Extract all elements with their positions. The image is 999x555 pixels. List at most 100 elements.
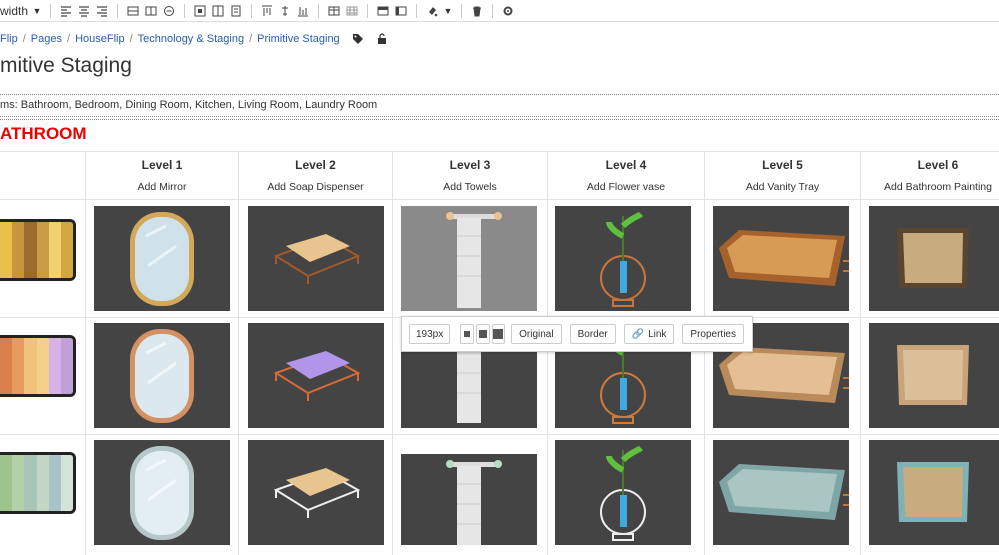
bathroom-painting-image[interactable] <box>869 206 999 311</box>
flower-vase-image[interactable] <box>555 440 691 545</box>
swatch-color <box>60 222 73 278</box>
flower-vase-image[interactable] <box>555 206 691 311</box>
valign-middle-icon[interactable] <box>278 4 292 18</box>
swatch-color <box>24 338 37 394</box>
table-border <box>0 434 999 435</box>
swatch-color <box>12 338 25 394</box>
level-label: Level 4 <box>605 158 647 172</box>
color-palette-swatch[interactable] <box>0 335 76 397</box>
delete-row-icon[interactable] <box>162 4 176 18</box>
level-action: Add Mirror <box>137 181 187 193</box>
divider <box>0 94 999 95</box>
swatch-color <box>48 222 61 278</box>
insert-col-icon[interactable] <box>144 4 158 18</box>
breadcrumb-item[interactable]: Flip <box>0 33 18 45</box>
swatch-color <box>48 455 61 511</box>
fill-color-icon[interactable] <box>425 4 439 18</box>
swatch-color <box>12 222 25 278</box>
soap-dish-image[interactable] <box>248 323 384 428</box>
table-header-icon[interactable] <box>376 4 390 18</box>
swatch-color <box>0 455 13 511</box>
align-right-icon[interactable] <box>95 4 109 18</box>
properties-button[interactable]: Properties <box>682 324 744 344</box>
divider <box>0 116 999 117</box>
towel-image[interactable] <box>401 206 537 311</box>
trash-icon[interactable] <box>470 4 484 18</box>
section-title: ATHROOM <box>0 124 87 143</box>
swatch-color <box>24 222 37 278</box>
tag-icon[interactable] <box>352 33 364 45</box>
vanity-tray-image[interactable] <box>713 440 849 545</box>
soap-dish-image[interactable] <box>248 206 384 311</box>
breadcrumb-item[interactable]: Technology & Staging <box>138 33 244 45</box>
table-border <box>547 151 548 555</box>
staging-table: Level 1 Add Mirror Level 2 Add Soap Disp… <box>0 151 999 555</box>
swatch-color <box>0 338 13 394</box>
swatch-color <box>36 338 49 394</box>
table-icon[interactable] <box>327 4 341 18</box>
link-icon: 🔗 <box>631 328 645 340</box>
toolbar-divider <box>50 3 51 18</box>
link-button[interactable]: 🔗 Link <box>623 324 675 344</box>
level-label: Level 2 <box>295 158 336 172</box>
table-border <box>704 151 705 555</box>
level-action: Add Towels <box>443 181 497 193</box>
insert-row-icon[interactable] <box>126 4 140 18</box>
color-palette-swatch[interactable] <box>0 452 76 514</box>
toolbar-divider <box>416 3 417 18</box>
toolbar-divider <box>117 3 118 18</box>
gear-icon[interactable] <box>501 4 515 18</box>
column-header: Level 1 Add Mirror <box>86 151 238 201</box>
mirror-image[interactable] <box>94 323 230 428</box>
towel-image[interactable] <box>401 454 537 545</box>
link-label: Link <box>648 328 667 340</box>
breadcrumb-item[interactable]: Primitive Staging <box>257 33 340 45</box>
mirror-image[interactable] <box>94 206 230 311</box>
level-action: Add Vanity Tray <box>745 181 820 193</box>
divider <box>0 119 999 120</box>
rooms-list: ms: Bathroom, Bedroom, Dining Room, Kitc… <box>0 99 378 111</box>
bathroom-painting-image[interactable] <box>869 323 999 428</box>
page-title: mitive Staging <box>0 54 132 77</box>
merge-cells-icon[interactable] <box>193 4 207 18</box>
breadcrumb-item[interactable]: HouseFlip <box>75 33 125 45</box>
image-size-medium-icon[interactable] <box>475 324 490 344</box>
breadcrumb: Flip / Pages / HouseFlip / Technology & Sta… <box>0 32 388 46</box>
toolbar-divider <box>461 3 462 18</box>
image-size-large-icon[interactable] <box>491 324 506 344</box>
width-dropdown-label[interactable]: width <box>0 4 28 18</box>
level-label: Level 1 <box>141 158 183 172</box>
lock-icon[interactable] <box>376 33 388 45</box>
mirror-image[interactable] <box>94 440 230 545</box>
column-header: Level 3 Add Towels <box>393 151 547 201</box>
toolbar-divider <box>367 3 368 18</box>
cell-props-icon[interactable] <box>229 4 243 18</box>
chevron-down-icon[interactable]: ▼ <box>30 6 44 16</box>
image-size-small-icon[interactable] <box>460 324 474 344</box>
breadcrumb-item[interactable]: Pages <box>31 33 62 45</box>
soap-dish-image[interactable] <box>248 440 384 545</box>
original-size-button[interactable]: Original <box>511 324 562 344</box>
split-cells-icon[interactable] <box>211 4 225 18</box>
level-label: Level 3 <box>449 158 491 172</box>
column-header: Level 2 Add Soap Dispenser <box>239 151 392 201</box>
toolbar-divider <box>184 3 185 18</box>
table-grid-icon[interactable] <box>345 4 359 18</box>
border-button[interactable]: Border <box>569 324 616 344</box>
level-action: Add Soap Dispenser <box>267 181 364 193</box>
swatch-color <box>36 222 49 278</box>
toolbar-divider <box>318 3 319 18</box>
valign-bottom-icon[interactable] <box>296 4 310 18</box>
chevron-down-icon[interactable]: ▼ <box>441 6 455 16</box>
valign-top-icon[interactable] <box>260 4 274 18</box>
swatch-color <box>48 338 61 394</box>
column-header: Level 6 Add Bathroom Painting <box>861 151 999 201</box>
image-size-button[interactable]: 193px <box>409 324 451 344</box>
bathroom-painting-image[interactable] <box>869 440 999 545</box>
align-center-icon[interactable] <box>77 4 91 18</box>
table-border <box>85 151 86 555</box>
table-col-header-icon[interactable] <box>394 4 408 18</box>
color-palette-swatch[interactable] <box>0 219 76 281</box>
vanity-tray-image[interactable] <box>713 206 849 311</box>
align-left-icon[interactable] <box>59 4 73 18</box>
